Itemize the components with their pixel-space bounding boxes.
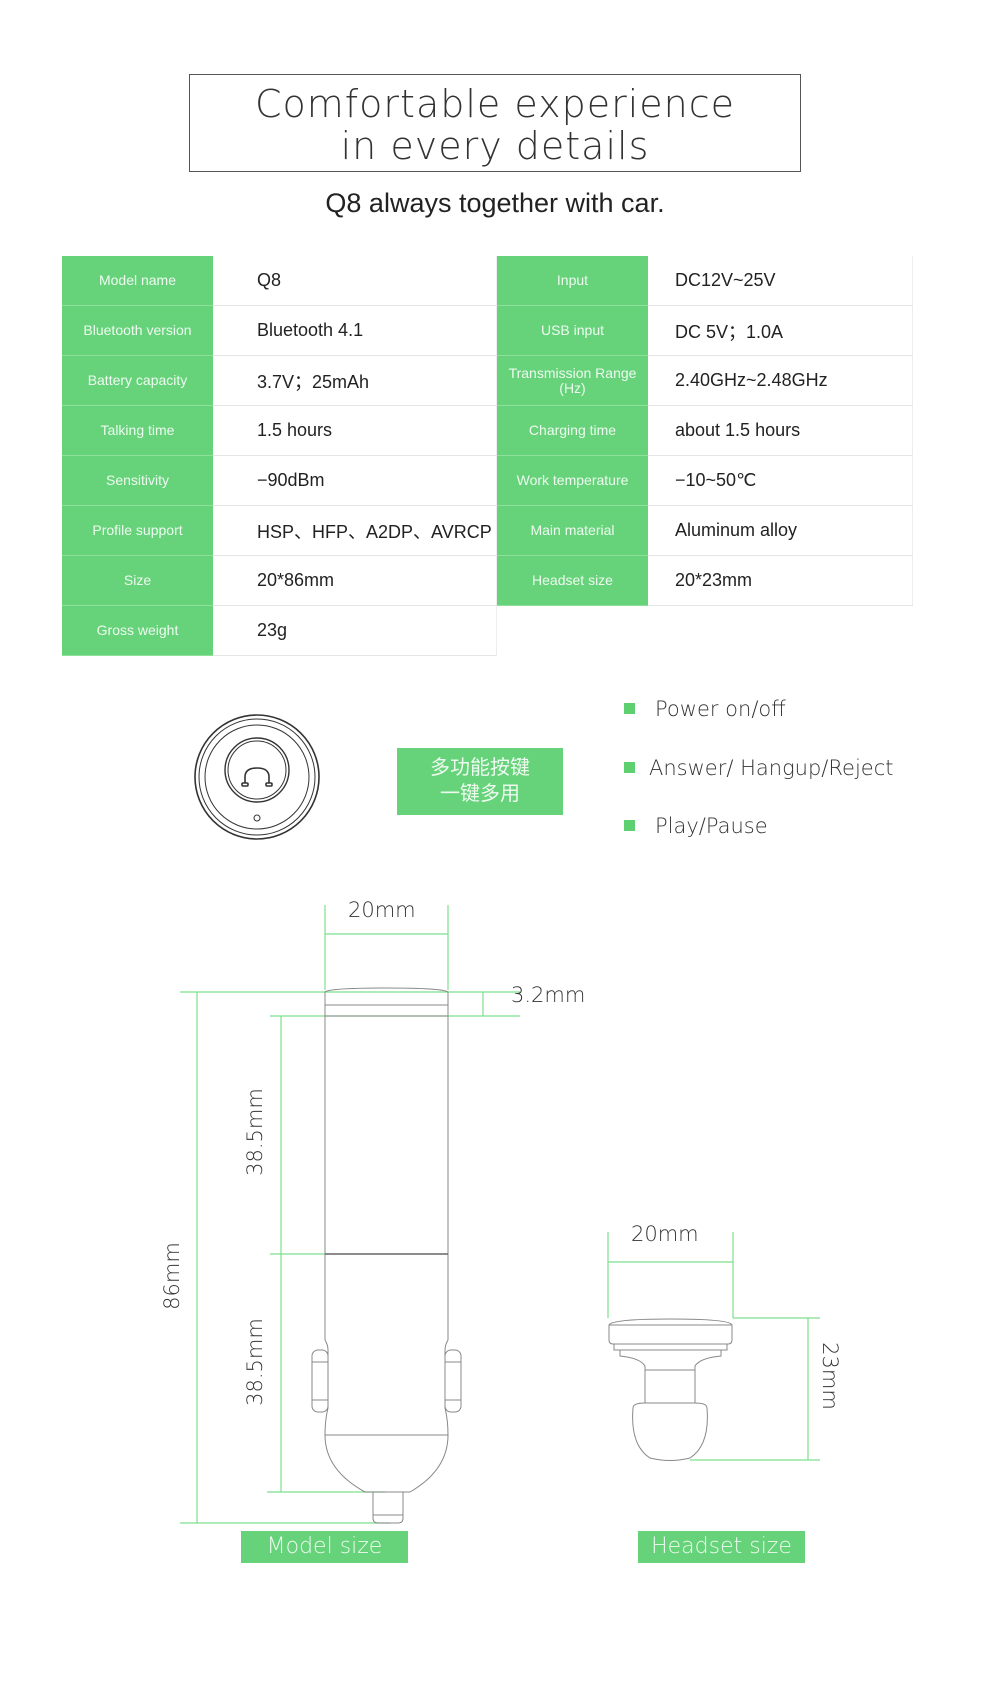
headset-height-label: 23mm <box>818 1342 842 1410</box>
drawings <box>180 714 820 1524</box>
feature-label: Power on/off <box>655 697 786 721</box>
multifunction-key-line-1: 多功能按键 <box>430 757 530 779</box>
charger-cap-height-label: 3.2mm <box>511 983 586 1007</box>
model-size-caption: Model size <box>241 1531 408 1563</box>
headset-size-caption: Headset size <box>638 1531 805 1563</box>
charger-outline <box>311 987 462 1524</box>
multifunction-key-line-2: 一键多用 <box>440 783 520 805</box>
bullet-square-icon <box>624 761 635 773</box>
headset-outline <box>608 1318 733 1461</box>
charger-upper-section-label: 38.5mm <box>243 1088 267 1176</box>
headset-dimension-lines <box>607 1232 820 1461</box>
feature-item: Answer/ Hangup/Reject <box>624 756 893 780</box>
bullet-square-icon <box>624 702 635 714</box>
feature-item: Power on/off <box>624 697 786 721</box>
charger-width-label: 20mm <box>348 898 416 922</box>
charger-drawing <box>180 905 520 1524</box>
multifunction-button-drawing <box>194 714 320 840</box>
phone-handset-icon <box>241 767 273 787</box>
feature-label: Answer/ Hangup/Reject <box>649 756 894 780</box>
feature-label: Play/Pause <box>655 814 768 838</box>
multifunction-key-label: 多功能按键 一键多用 <box>397 748 563 815</box>
feature-item: Play/Pause <box>624 814 768 838</box>
headset-width-label: 20mm <box>631 1222 699 1246</box>
bullet-square-icon <box>624 819 635 831</box>
headset-drawing <box>607 1232 820 1461</box>
charger-total-length-label: 86mm <box>160 1242 184 1310</box>
charger-dimension-lines <box>180 905 520 1524</box>
charger-lower-section-label: 38.5mm <box>243 1318 267 1406</box>
